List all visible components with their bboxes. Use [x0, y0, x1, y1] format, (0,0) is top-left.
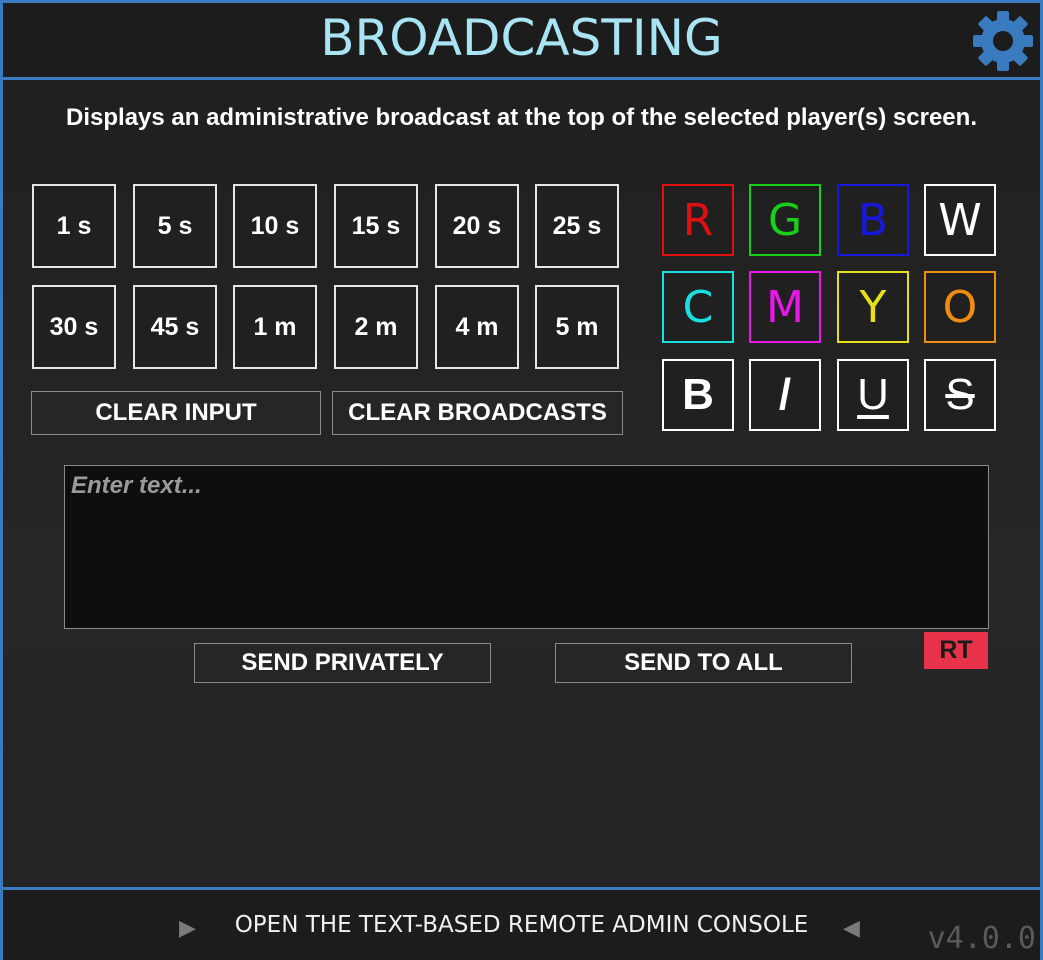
color-button-magenta[interactable]: M — [749, 271, 821, 343]
color-button-white[interactable]: W — [924, 184, 996, 256]
duration-button-1s[interactable]: 1 s — [32, 184, 116, 268]
color-button-blue[interactable]: B — [837, 184, 909, 256]
duration-button-10s[interactable]: 10 s — [233, 184, 317, 268]
duration-button-1m[interactable]: 1 m — [233, 285, 317, 369]
duration-button-2m[interactable]: 2 m — [334, 285, 418, 369]
duration-button-25s[interactable]: 25 s — [535, 184, 619, 268]
broadcasting-panel: BROADCASTING Displays an administrative … — [0, 0, 1043, 960]
color-button-green[interactable]: G — [749, 184, 821, 256]
color-button-red[interactable]: R — [662, 184, 734, 256]
duration-button-15s[interactable]: 15 s — [334, 184, 418, 268]
color-button-orange[interactable]: O — [924, 271, 996, 343]
duration-button-4m[interactable]: 4 m — [435, 285, 519, 369]
clear-broadcasts-button[interactable]: CLEAR BROADCASTS — [332, 391, 623, 435]
page-title: BROADCASTING — [320, 9, 723, 67]
duration-button-20s[interactable]: 20 s — [435, 184, 519, 268]
duration-button-5m[interactable]: 5 m — [535, 285, 619, 369]
send-to-all-button[interactable]: SEND TO ALL — [555, 643, 852, 683]
underline-button[interactable]: U — [837, 359, 909, 431]
description: Displays an administrative broadcast at … — [66, 104, 977, 131]
rt-badge[interactable]: RT — [924, 632, 988, 669]
bold-button[interactable]: B — [662, 359, 734, 431]
strikethrough-button[interactable]: S — [924, 359, 996, 431]
play-left-icon: ◀ — [843, 916, 860, 941]
remote-admin-console-link[interactable]: OPEN THE TEXT-BASED REMOTE ADMIN CONSOLE — [3, 912, 1040, 938]
duration-button-45s[interactable]: 45 s — [133, 285, 217, 369]
footer: ▶ OPEN THE TEXT-BASED REMOTE ADMIN CONSO… — [3, 887, 1040, 960]
color-button-yellow[interactable]: Y — [837, 271, 909, 343]
color-button-cyan[interactable]: C — [662, 271, 734, 343]
clear-input-button[interactable]: CLEAR INPUT — [31, 391, 321, 435]
duration-button-5s[interactable]: 5 s — [133, 184, 217, 268]
gear-icon[interactable] — [971, 9, 1035, 73]
version-label: v4.0.0 — [927, 921, 1036, 956]
italic-button[interactable]: / — [749, 359, 821, 431]
broadcast-text-input[interactable] — [64, 465, 989, 629]
send-privately-button[interactable]: SEND PRIVATELY — [194, 643, 491, 683]
header: BROADCASTING — [3, 3, 1040, 80]
duration-button-30s[interactable]: 30 s — [32, 285, 116, 369]
